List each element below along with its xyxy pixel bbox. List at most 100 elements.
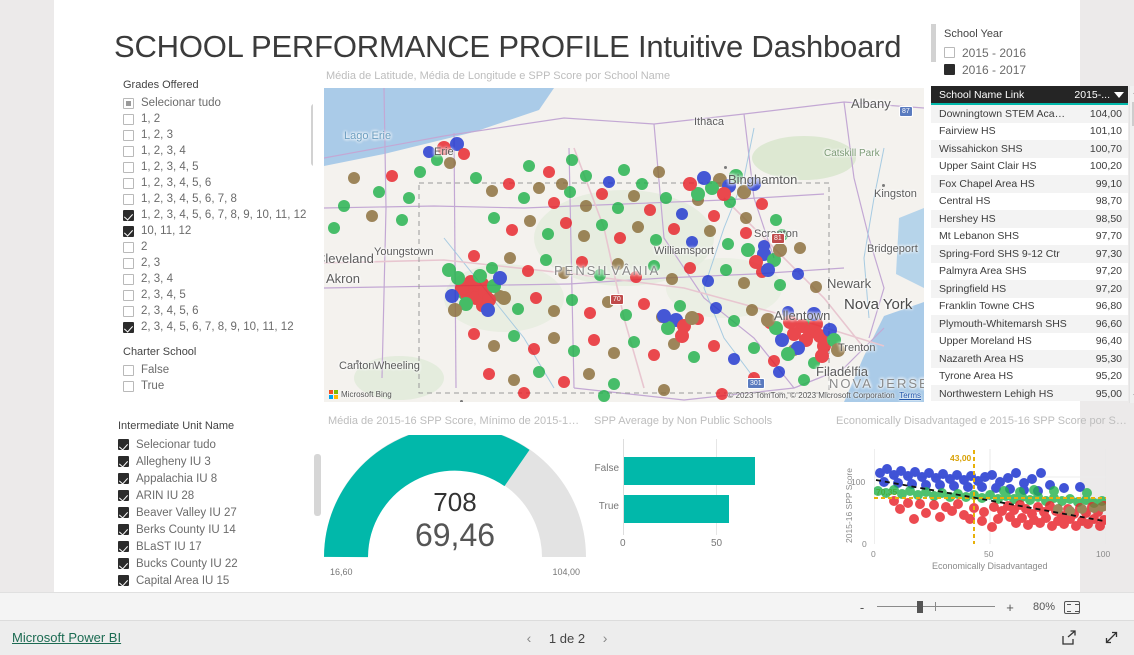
slicer-grades-offered[interactable]: Grades Offered Selecionar tudo 1, 2 1, 2… <box>123 79 313 337</box>
zoom-control[interactable]: - + 80% <box>856 593 1080 621</box>
prev-page-button[interactable]: ‹ <box>513 630 546 646</box>
table-row[interactable]: Spring-Ford SHS 9-12 Ctr 97,30 <box>931 245 1128 263</box>
checkbox-icon[interactable] <box>123 225 134 237</box>
checkbox-icon[interactable] <box>944 47 955 58</box>
slicer-item-grades-2[interactable]: 1, 2, 3 <box>123 127 313 143</box>
bar-false[interactable] <box>624 457 755 485</box>
slicer-item-year-2016-2017[interactable]: 2016 - 2017 <box>944 61 1104 78</box>
table-row[interactable]: Plymouth-Whitemarsh SHS 96,60 <box>931 315 1128 333</box>
table-row[interactable]: Palmyra Area SHS 97,20 <box>931 262 1128 280</box>
table-body[interactable]: Downingtown STEM Academy 104,00 Fairview … <box>931 105 1128 401</box>
table-row[interactable]: Tyrone Area HS 95,20 <box>931 367 1128 385</box>
slicer-item-grades-7[interactable]: 1, 2, 3, 4, 5, 6, 7, 8, 9, 10, 11, 12 <box>123 207 313 223</box>
checkbox-icon[interactable] <box>123 380 134 392</box>
slicer-item-iu-5[interactable]: Berks County IU 14 <box>118 521 313 538</box>
checkbox-icon[interactable] <box>123 145 134 157</box>
checkbox-icon[interactable] <box>118 456 129 467</box>
slicer-item-charter-true[interactable]: True <box>123 378 313 394</box>
fit-to-page-icon[interactable] <box>1064 600 1080 614</box>
table-row[interactable]: Northwestern Lehigh HS 95,00 <box>931 385 1128 401</box>
table-row[interactable]: Springfield HS 97,20 <box>931 280 1128 298</box>
zoom-in-button[interactable]: + <box>1004 600 1016 615</box>
bar-true[interactable] <box>624 495 729 523</box>
checkbox-icon[interactable] <box>118 541 129 552</box>
slicer-item-iu-8[interactable]: Capital Area IU 15 <box>118 572 313 589</box>
table-row[interactable]: Wissahickon SHS 100,70 <box>931 140 1128 158</box>
table-row[interactable]: Hershey HS 98,50 <box>931 210 1128 228</box>
table-row[interactable]: Fairview HS 101,10 <box>931 122 1128 140</box>
checkbox-icon[interactable] <box>123 209 134 221</box>
slicer-grades-list[interactable]: Selecionar tudo 1, 2 1, 2, 3 1, 2, 3, 4 … <box>123 95 313 337</box>
table-row[interactable]: Upper Moreland HS 96,40 <box>931 332 1128 350</box>
sort-descending-icon[interactable] <box>1114 91 1124 98</box>
slicer-item-grades-3[interactable]: 1, 2, 3, 4 <box>123 143 313 159</box>
slicer-item-iu-6[interactable]: BLaST IU 17 <box>118 538 313 555</box>
checkbox-icon[interactable] <box>118 575 129 586</box>
slicer-item-charter-false[interactable]: False <box>123 362 313 378</box>
checkbox-icon[interactable] <box>944 64 955 75</box>
checkbox-icon[interactable] <box>118 507 129 518</box>
slicer-school-year[interactable]: School Year 2015 - 2016 2016 - 2017 <box>944 28 1104 78</box>
map-visual[interactable]: Média de Latitude, Média de Longitude e … <box>324 70 924 402</box>
checkbox-icon[interactable] <box>123 257 134 269</box>
checkbox-icon[interactable] <box>123 193 134 205</box>
slicer-item-grades-4[interactable]: 1, 2, 3, 4, 5 <box>123 159 313 175</box>
slicer-charter-school[interactable]: Charter School False True <box>123 346 313 394</box>
slicer-item-grades-9[interactable]: 2 <box>123 239 313 255</box>
checkbox-icon[interactable] <box>123 177 134 189</box>
table-scrollbar[interactable]: ▲ ▼ <box>1129 86 1134 403</box>
checkbox-icon[interactable] <box>118 490 129 501</box>
map-data-bubbles[interactable] <box>324 88 924 402</box>
slicer-item-grades-5[interactable]: 1, 2, 3, 4, 5, 6 <box>123 175 313 191</box>
school-score-table[interactable]: School Name Link 2015-... Downingtown ST… <box>931 86 1134 403</box>
table-col-school-name[interactable]: School Name Link <box>931 89 1066 101</box>
gauge-visual[interactable]: Média de 2015-16 SPP Score, Mínimo de 20… <box>324 415 586 580</box>
scatter-points-canvas[interactable] <box>874 449 1106 544</box>
checkbox-icon[interactable] <box>123 241 134 253</box>
slicer-item-grades-13[interactable]: 2, 3, 4, 5, 6 <box>123 303 313 319</box>
slicer-item-grades-0[interactable]: Selecionar tudo <box>123 95 313 111</box>
slicer-item-iu-7[interactable]: Bucks County IU 22 <box>118 555 313 572</box>
table-row[interactable]: Mt Lebanon SHS 97,70 <box>931 227 1128 245</box>
table-row[interactable]: Fox Chapel Area HS 99,10 <box>931 175 1128 193</box>
bar-chart-visual[interactable]: SPP Average by Non Public Schools False … <box>591 415 831 580</box>
slicer-item-iu-2[interactable]: Appalachia IU 8 <box>118 470 313 487</box>
slicer-iu-scrollbar[interactable] <box>314 454 321 516</box>
slicer-grades-scrollbar[interactable] <box>311 104 313 166</box>
table-row[interactable]: Central HS 98,70 <box>931 192 1128 210</box>
next-page-button[interactable]: › <box>589 630 622 646</box>
checkbox-icon[interactable] <box>123 97 134 109</box>
scatter-chart-plot[interactable]: 2015-16 SPP Score 100 0 0 50 100 Economi… <box>834 435 1129 583</box>
table-row[interactable]: Upper Saint Clair HS 100,20 <box>931 157 1128 175</box>
share-icon[interactable] <box>1060 629 1077 646</box>
table-row[interactable]: Downingtown STEM Academy 104,00 <box>931 105 1128 123</box>
checkbox-icon[interactable] <box>118 473 129 484</box>
checkbox-icon[interactable] <box>123 273 134 285</box>
table-row[interactable]: Franklin Towne CHS 96,80 <box>931 297 1128 315</box>
slicer-item-grades-11[interactable]: 2, 3, 4 <box>123 271 313 287</box>
scroll-up-icon[interactable]: ▲ <box>1130 87 1134 98</box>
checkbox-icon[interactable] <box>123 113 134 125</box>
checkbox-icon[interactable] <box>123 289 134 301</box>
zoom-out-button[interactable]: - <box>856 600 868 615</box>
slicer-item-year-2015-2016[interactable]: 2015 - 2016 <box>944 44 1104 61</box>
checkbox-icon[interactable] <box>118 439 129 450</box>
fullscreen-icon[interactable] <box>1103 629 1120 646</box>
slicer-iu-list[interactable]: Selecionar tudo Allegheny IU 3 Appalachi… <box>118 436 321 589</box>
zoom-slider-thumb[interactable] <box>917 601 923 613</box>
slicer-item-grades-1[interactable]: 1, 2 <box>123 111 313 127</box>
slicer-item-grades-12[interactable]: 2, 3, 4, 5 <box>123 287 313 303</box>
scatter-chart-visual[interactable]: Economically Disadvantaged e 2015-16 SPP… <box>834 415 1129 583</box>
slicer-item-grades-6[interactable]: 1, 2, 3, 4, 5, 6, 7, 8 <box>123 191 313 207</box>
checkbox-icon[interactable] <box>123 321 134 333</box>
checkbox-icon[interactable] <box>123 129 134 141</box>
checkbox-icon[interactable] <box>118 558 129 569</box>
checkbox-icon[interactable] <box>123 305 134 317</box>
table-col-score[interactable]: 2015-... <box>1066 89 1128 101</box>
checkbox-icon[interactable] <box>118 524 129 535</box>
checkbox-icon[interactable] <box>123 161 134 173</box>
slicer-item-iu-3[interactable]: ARIN IU 28 <box>118 487 313 504</box>
table-row[interactable]: Nazareth Area HS 95,30 <box>931 350 1128 368</box>
slicer-item-iu-1[interactable]: Allegheny IU 3 <box>118 453 313 470</box>
slicer-item-iu-0[interactable]: Selecionar tudo <box>118 436 313 453</box>
